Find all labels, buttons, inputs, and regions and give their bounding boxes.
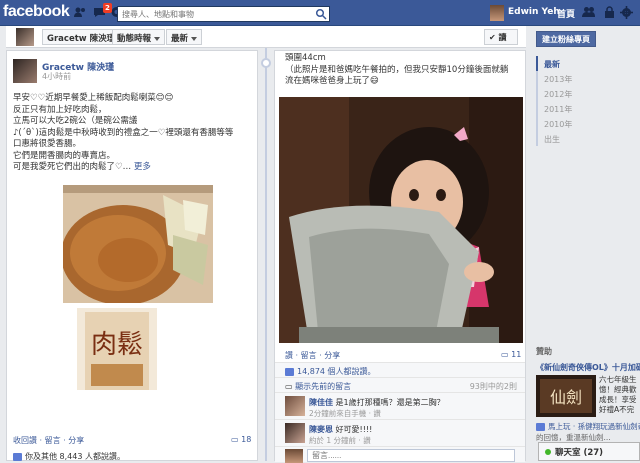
pork-floss-photo[interactable]	[63, 185, 213, 303]
comment-composer	[275, 446, 525, 463]
author-avatar[interactable]	[13, 59, 37, 83]
read-button[interactable]: ✔ 讀	[484, 29, 518, 45]
like-icon	[13, 452, 22, 461]
comment-input[interactable]	[307, 449, 515, 462]
see-more-link[interactable]: 更多	[134, 162, 151, 172]
home-link[interactable]: 首頁	[557, 7, 575, 20]
previous-comments-row[interactable]: ▭ 顯示先前的留言 93則中的2則	[275, 377, 525, 392]
chevron-down-icon	[191, 36, 198, 41]
profile-avatar[interactable]	[16, 28, 34, 46]
check-icon: ✔	[489, 33, 496, 42]
comment-meta[interactable]: 2分鐘前來自手機 · 讚	[309, 408, 381, 419]
profile-name-button[interactable]: Gracetw 陳泱瑾	[42, 29, 121, 45]
year-nav-item[interactable]: 最新	[536, 56, 636, 71]
recent-dropdown[interactable]: 最新	[166, 29, 203, 45]
commenter-name[interactable]: 陳佳佳	[309, 398, 333, 407]
post-actions[interactable]: 讚 · 留言 · 分享	[285, 350, 340, 361]
svg-text:仙劍: 仙劍	[550, 388, 582, 407]
create-page-button[interactable]: 建立粉絲專頁	[536, 31, 596, 47]
comment-icon: ▭	[231, 435, 239, 444]
top-navigation-bar: facebook 2 Edwin Yeh 首頁	[0, 0, 640, 26]
commenter-avatar[interactable]	[285, 423, 305, 443]
timeline-dropdown[interactable]: 動態時報	[112, 29, 166, 45]
ad-like-link[interactable]: 馬上玩 · 孫健翔玩過新仙劍奇俠	[536, 421, 640, 432]
search-icon[interactable]	[315, 8, 327, 20]
search-input[interactable]	[117, 6, 330, 22]
year-nav-item[interactable]: 2013年	[538, 71, 636, 86]
comment-meta[interactable]: 約於 1 分鐘前 · 讚	[309, 435, 371, 446]
comment-bubble-icon: ▭	[285, 382, 296, 391]
user-avatar[interactable]	[490, 5, 504, 21]
timeline-spine	[265, 48, 267, 461]
online-status-icon	[545, 449, 551, 455]
settings-gear-icon[interactable]	[620, 6, 633, 19]
user-name-link[interactable]: Edwin Yeh	[508, 7, 560, 17]
post-card: 頭圍44cm （此照片是和爸媽吃午餐拍的，但我只安靜10分鐘後面就躺 流在媽咪爸…	[274, 50, 526, 463]
chat-sidebar-button[interactable]: 聊天室 (27)	[538, 442, 640, 461]
comment-count[interactable]: ▭ 18	[231, 435, 251, 444]
commenter-avatar[interactable]	[285, 396, 305, 416]
like-icon	[536, 423, 545, 431]
sponsored-heading: 贊助	[536, 347, 552, 356]
facebook-logo[interactable]: facebook	[3, 3, 70, 21]
like-icon	[285, 367, 294, 376]
pork-floss-package-photo[interactable]: 肉鬆	[77, 308, 157, 390]
post-text: 頭圍44cm （此照片是和爸媽吃午餐拍的，但我只安靜10分鐘後面就躺 流在媽咪爸…	[285, 53, 509, 86]
ad-description: 六七年級生 憶！經典歡 成長！享受 好禮A不完	[599, 375, 637, 414]
chevron-down-icon	[154, 36, 161, 41]
year-nav-item[interactable]: 2011年	[538, 101, 636, 116]
friend-requests-icon[interactable]	[73, 6, 86, 18]
likes-summary[interactable]: 你及其他 8,443 人都說讚。	[13, 451, 125, 462]
comment-icon: ▭	[501, 350, 509, 359]
post-actions[interactable]: 收回讚 · 留言 · 分享	[13, 435, 84, 446]
comment-item: 陳麥恩 好可愛!!!! 約於 1 分鐘前 · 讚	[275, 419, 525, 446]
notification-count-badge: 2	[103, 3, 112, 13]
comment-item: 陳佳佳 是1歲打那種嗎？還是第二胸？ 2分鐘前來自手機 · 讚	[275, 392, 525, 419]
year-nav-item[interactable]: 2012年	[538, 86, 636, 101]
privacy-lock-icon[interactable]	[604, 6, 615, 18]
right-sidebar: 建立粉絲專頁 最新 2013年 2012年 2011年 2010年 出生 贊助 …	[530, 26, 640, 461]
post-text: 早安♡♡近期早餐愛上稀飯配肉鬆喇菜😊😊 反正只有加上好吃肉鬆， 立馬可以大吃2碗…	[13, 93, 234, 172]
ad-title-link[interactable]: 《新仙劍奇俠傳OL》十月加碼	[536, 362, 640, 373]
likes-summary[interactable]: 14,874 個人都說讚。	[275, 362, 525, 377]
post-card: Gracetw 陳泱瑾 4小時前 早安♡♡近期早餐愛上稀飯配肉鬆喇菜😊😊 反正只…	[6, 50, 258, 461]
timeline-dot	[261, 58, 271, 68]
svg-text:肉鬆: 肉鬆	[91, 330, 143, 360]
comment-count[interactable]: ▭ 11	[501, 350, 521, 359]
timeline-year-nav: 最新 2013年 2012年 2011年 2010年 出生	[536, 56, 636, 146]
baby-photo[interactable]	[279, 97, 523, 343]
year-nav-item[interactable]: 出生	[538, 131, 636, 146]
year-nav-item[interactable]: 2010年	[538, 116, 636, 131]
ad-image[interactable]: 仙劍	[536, 375, 596, 417]
timeline-header: Gracetw 陳泱瑾 動態時報 最新 ✔ 讀	[6, 26, 526, 48]
commenter-name[interactable]: 陳麥恩	[309, 425, 333, 434]
find-friends-icon[interactable]	[582, 6, 595, 18]
post-timestamp[interactable]: 4小時前	[42, 71, 71, 82]
